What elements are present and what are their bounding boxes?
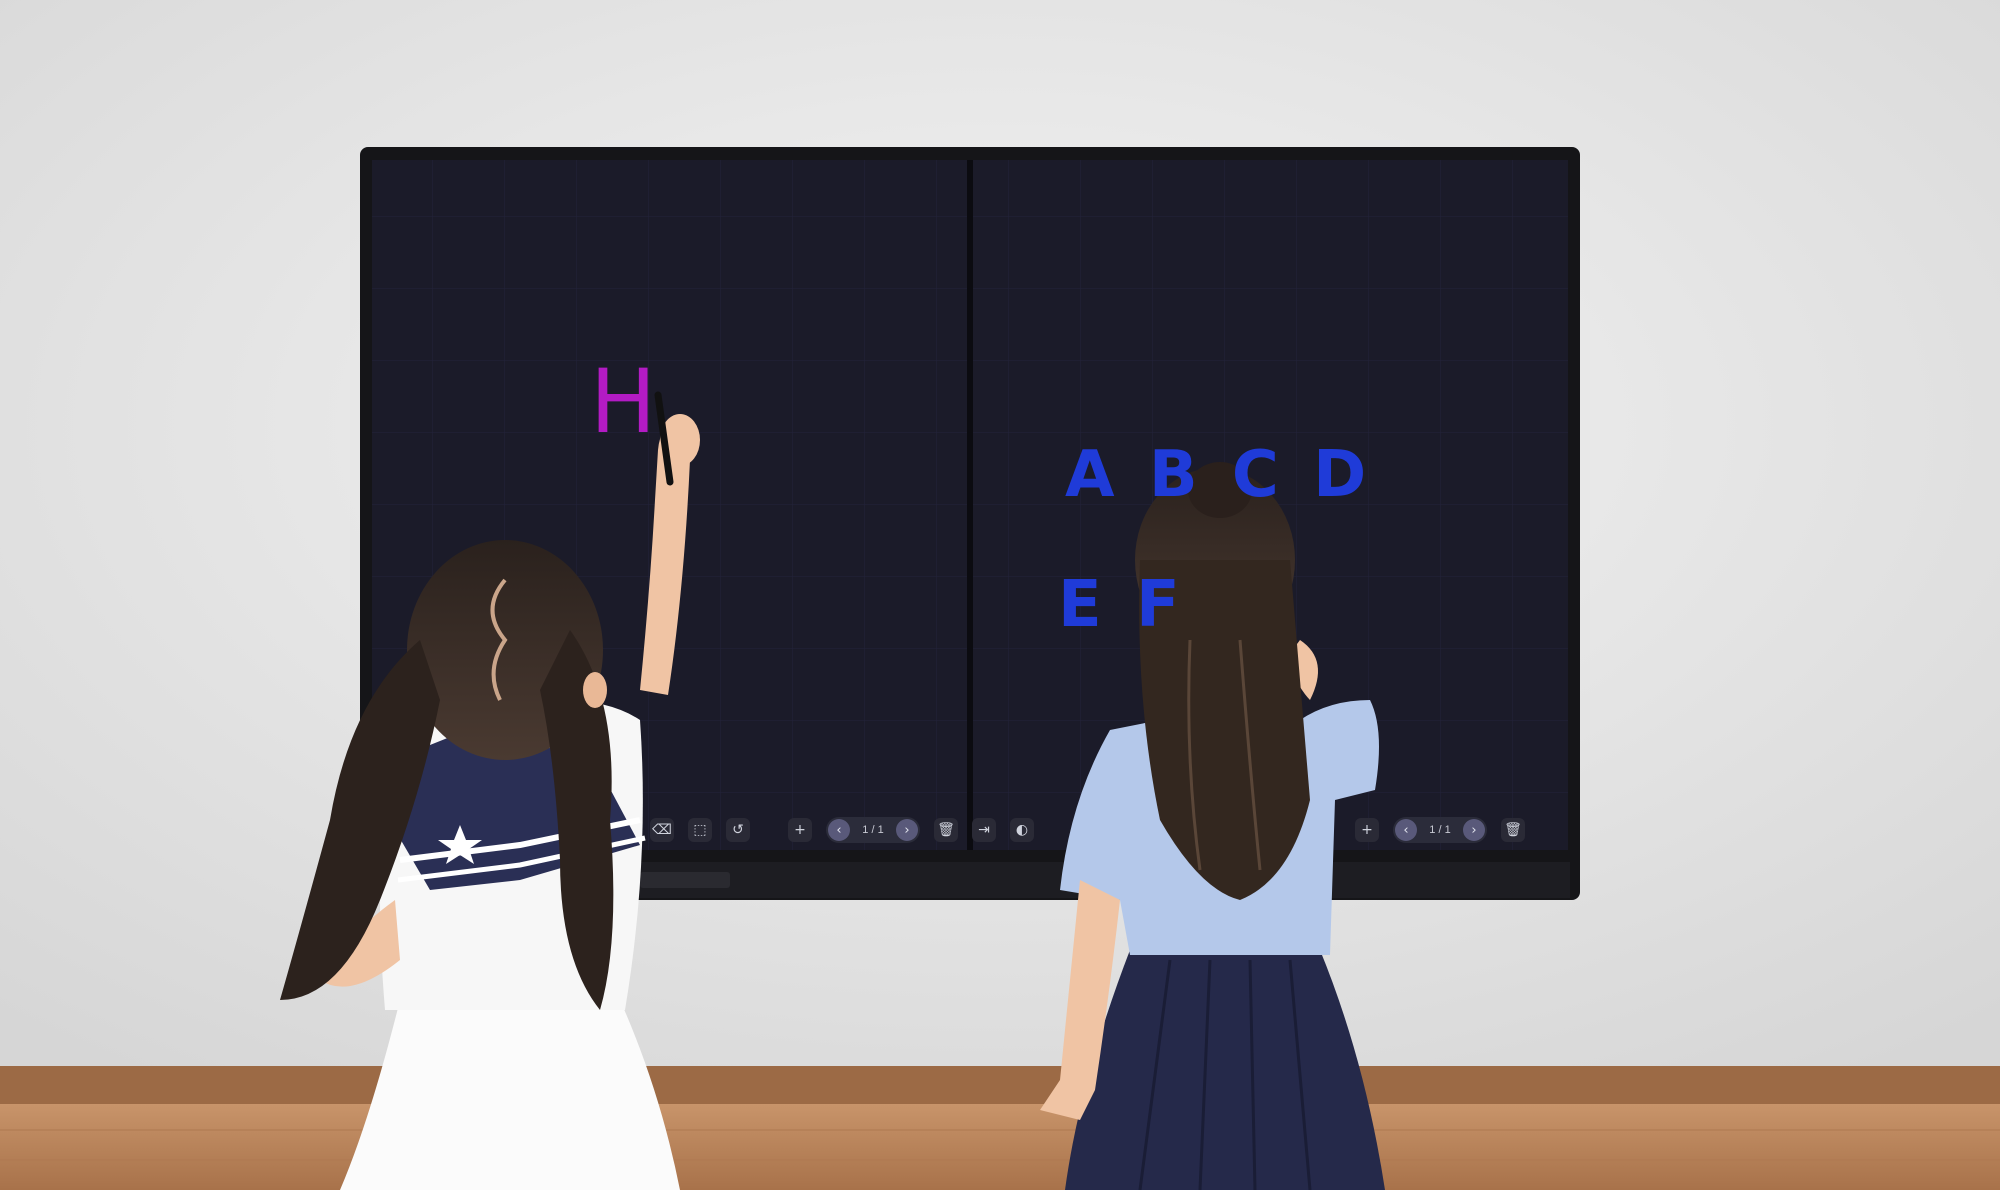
- right-board-toolbar: + ‹ 1 / 1 › 🗑: [1355, 815, 1525, 845]
- eraser-icon[interactable]: ⌫: [650, 818, 674, 842]
- floor: [0, 1104, 2000, 1190]
- previous-page-button[interactable]: ‹: [1395, 819, 1417, 841]
- palette-icon[interactable]: ◐: [1010, 818, 1034, 842]
- right-board-pager: ‹ 1 / 1 ›: [1393, 817, 1487, 843]
- page-indicator: 1 / 1: [862, 824, 884, 836]
- delete-icon[interactable]: 🗑: [1501, 818, 1525, 842]
- baseboard: [0, 1066, 2000, 1106]
- speaker-grille: [640, 872, 730, 888]
- screen-divider: [967, 160, 973, 850]
- export-icon[interactable]: ⇥: [972, 818, 996, 842]
- add-page-button[interactable]: +: [788, 818, 812, 842]
- delete-icon[interactable]: 🗑: [934, 818, 958, 842]
- classroom-scene: [0, 0, 2000, 1190]
- next-page-button[interactable]: ›: [896, 819, 918, 841]
- left-board-pager: ‹ 1 / 1 ›: [826, 817, 920, 843]
- next-page-button[interactable]: ›: [1463, 819, 1485, 841]
- previous-page-button[interactable]: ‹: [828, 819, 850, 841]
- page-indicator: 1 / 1: [1429, 824, 1451, 836]
- undo-icon[interactable]: ↺: [726, 818, 750, 842]
- left-board-toolbar: ⌫ ⬚ ↺ + ‹ 1 / 1 › 🗑 ⇥ ◐: [650, 815, 1034, 845]
- add-page-button[interactable]: +: [1355, 818, 1379, 842]
- select-icon[interactable]: ⬚: [688, 818, 712, 842]
